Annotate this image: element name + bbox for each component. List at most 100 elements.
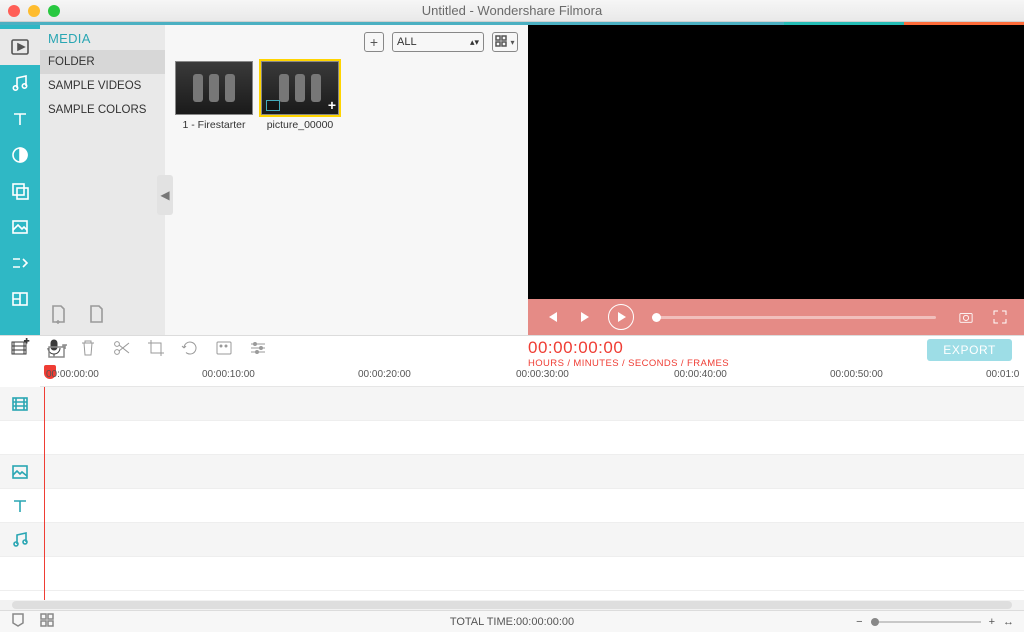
- overlays-tab[interactable]: [0, 173, 40, 209]
- marker-button[interactable]: [10, 613, 26, 630]
- media-folder-panel: MEDIA FOLDER SAMPLE VIDEOS SAMPLE COLORS…: [40, 25, 165, 335]
- window-title: Untitled - Wondershare Filmora: [0, 3, 1024, 18]
- play-icon: [614, 310, 628, 324]
- pip-track[interactable]: [0, 455, 1024, 489]
- folder-item-folder[interactable]: FOLDER: [40, 50, 165, 74]
- media-browser: + ALL ▴▾ ▾ 1 - Firestarter + picture_0000…: [165, 25, 528, 335]
- snapshot-button[interactable]: [954, 305, 978, 329]
- ruler-tick: 00:00:10:00: [202, 369, 255, 380]
- media-panel-header: MEDIA: [40, 25, 165, 50]
- overlay-icon: [10, 181, 30, 201]
- timeline-toolbar: + 00:00:00:00 HOURS / MINUTES / SECONDS …: [0, 335, 1024, 365]
- rotate-button[interactable]: [180, 338, 200, 363]
- rotate-icon: [180, 338, 200, 358]
- music-track[interactable]: [0, 523, 1024, 557]
- marker-icon: [10, 613, 26, 627]
- media-thumb[interactable]: + picture_00000: [261, 61, 339, 131]
- ruler-tick: 00:00:50:00: [830, 369, 883, 380]
- ruler-tick: 00:01:0: [986, 369, 1019, 380]
- image-icon: [10, 217, 30, 237]
- prev-clip-button[interactable]: [540, 305, 564, 329]
- status-bar: TOTAL TIME:00:00:00:00 − + ↔: [0, 610, 1024, 632]
- split-button[interactable]: [112, 338, 132, 363]
- layout-button[interactable]: [40, 613, 56, 630]
- grid-small-icon: [40, 613, 56, 627]
- category-sidebar: [0, 25, 40, 335]
- new-folder-button[interactable]: [86, 304, 106, 329]
- zoom-slider[interactable]: [871, 621, 981, 623]
- export-button[interactable]: EXPORT: [927, 339, 1012, 361]
- fullscreen-icon: [993, 310, 1007, 324]
- preview-controls: [528, 299, 1024, 335]
- transition-icon: [10, 253, 30, 273]
- delete-button[interactable]: [78, 338, 98, 363]
- fullscreen-button[interactable]: [988, 305, 1012, 329]
- video-track[interactable]: [0, 387, 1024, 421]
- file-icon: [86, 304, 106, 324]
- text-icon: [10, 109, 30, 129]
- scissors-icon: [112, 338, 132, 358]
- media-filter-label: ALL: [397, 36, 417, 48]
- grid-icon: [495, 35, 509, 49]
- preview-screen: [528, 25, 1024, 299]
- window-titlebar: Untitled - Wondershare Filmora: [0, 0, 1024, 22]
- zoom-fit-button[interactable]: ↔: [1003, 616, 1014, 628]
- filters-tab[interactable]: [0, 137, 40, 173]
- collapse-panel-button[interactable]: ◀: [157, 175, 173, 215]
- preview-progress[interactable]: [652, 316, 936, 319]
- settings-button[interactable]: [248, 338, 268, 363]
- transitions-tab[interactable]: [0, 245, 40, 281]
- empty-track[interactable]: [0, 421, 1024, 455]
- media-thumb[interactable]: 1 - Firestarter: [175, 61, 253, 131]
- music-icon: [11, 531, 29, 549]
- media-filter-select[interactable]: ALL ▴▾: [392, 32, 484, 52]
- music-tab[interactable]: [0, 65, 40, 101]
- next-clip-button[interactable]: [574, 305, 598, 329]
- timeline-ruler[interactable]: 00:00:00:00 00:00:10:00 00:00:20:00 00:0…: [40, 365, 1024, 387]
- color-button[interactable]: [214, 338, 234, 363]
- media-thumb-label: picture_00000: [267, 119, 334, 131]
- media-tab[interactable]: [0, 29, 40, 65]
- folder-item-sample-videos[interactable]: SAMPLE VIDEOS: [40, 74, 165, 98]
- skip-forward-icon: [579, 310, 593, 324]
- zoom-in-button[interactable]: +: [989, 616, 995, 628]
- play-box-icon: [10, 37, 30, 57]
- zoom-handle[interactable]: [871, 618, 879, 626]
- splitscreen-icon: [10, 289, 30, 309]
- ruler-tick: 00:00:00:00: [46, 369, 99, 380]
- zoom-out-button[interactable]: −: [856, 616, 862, 628]
- empty-track[interactable]: [0, 557, 1024, 591]
- crop-icon: [146, 338, 166, 358]
- new-file-button[interactable]: [48, 304, 68, 329]
- folder-item-sample-colors[interactable]: SAMPLE COLORS: [40, 98, 165, 122]
- text-tab[interactable]: [0, 101, 40, 137]
- view-mode-button[interactable]: ▾: [492, 32, 518, 52]
- playhead-line: [44, 387, 45, 600]
- text-track[interactable]: [0, 489, 1024, 523]
- skip-back-icon: [545, 310, 559, 324]
- splitscreen-tab[interactable]: [0, 281, 40, 317]
- svg-text:+: +: [24, 338, 29, 346]
- file-add-icon: [48, 304, 68, 324]
- text-icon: [11, 497, 29, 515]
- progress-handle[interactable]: [652, 313, 661, 322]
- contrast-icon: [10, 145, 30, 165]
- ruler-tick: 00:00:40:00: [674, 369, 727, 380]
- crop-button[interactable]: [146, 338, 166, 363]
- film-icon: [11, 395, 29, 413]
- media-thumb-label: 1 - Firestarter: [182, 119, 245, 131]
- add-clip-icon[interactable]: +: [328, 97, 336, 113]
- add-track-button[interactable]: [48, 344, 68, 365]
- music-icon: [10, 73, 30, 93]
- trash-icon: [78, 338, 98, 358]
- import-media-button[interactable]: +: [364, 32, 384, 52]
- image-icon: [11, 463, 29, 481]
- film-add-icon: +: [10, 338, 30, 358]
- timeline-hscroll[interactable]: [0, 600, 1024, 610]
- add-media-button[interactable]: +: [10, 338, 30, 363]
- elements-tab[interactable]: [0, 209, 40, 245]
- chevron-updown-icon: ▴▾: [470, 37, 479, 48]
- play-button[interactable]: [608, 304, 634, 330]
- sliders-icon: [248, 338, 268, 358]
- preview-panel: [528, 25, 1024, 335]
